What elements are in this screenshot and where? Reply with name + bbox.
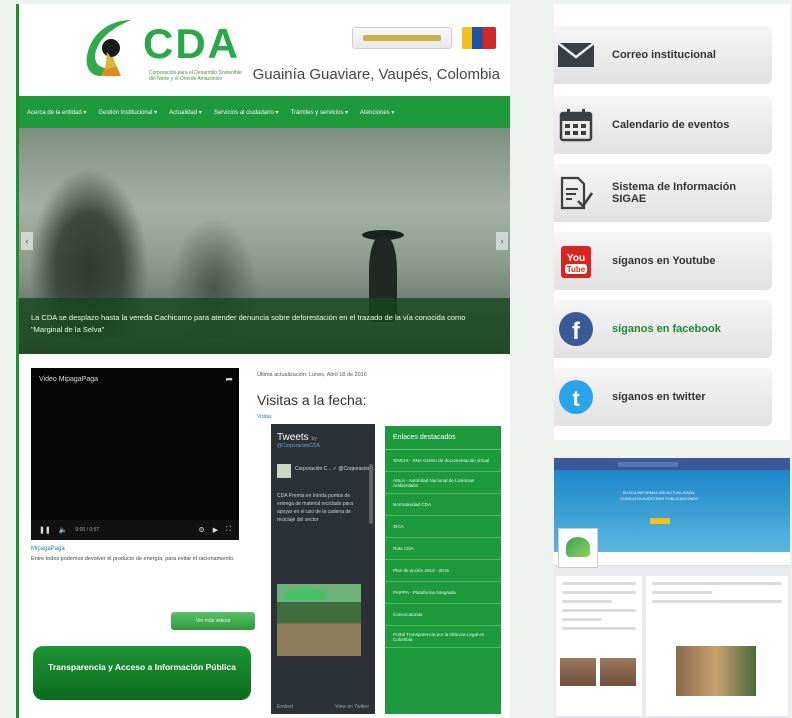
site-header: CDA Corporación para el Desarrollo Soste…	[19, 4, 510, 96]
video-player[interactable]: Video MipagaPaga ➦ ❚❚ 🔈 0:00 / 0:57 ⚙ ▶ …	[31, 368, 239, 540]
svg-text:t: t	[572, 386, 580, 411]
sidebar-item-label: síganos en Youtube	[612, 255, 716, 267]
featured-link[interactable]: SINCHI - SNA Centro de documentación vir…	[385, 450, 501, 472]
nav-item-gestion[interactable]: Gestión Institucional ▾	[98, 109, 157, 116]
facebook-cover-badge	[650, 518, 670, 524]
nav-item-actualidad[interactable]: Actualidad ▾	[169, 109, 202, 116]
featured-link[interactable]: PAIPPA - Plataforma Integrada	[385, 582, 501, 604]
hero-slider[interactable]: ‹ › La CDA se desplazo hasta la vereda C…	[19, 128, 510, 354]
twitter-timeline[interactable]: Tweets by @CorporacionCDA Corporación C.…	[271, 424, 375, 714]
nav-item-tramites[interactable]: Trámites y servicios ▾	[291, 109, 348, 116]
tweet-image[interactable]	[277, 584, 361, 656]
sidebar-item-label: Calendario de eventos	[612, 119, 730, 131]
facebook-page-preview[interactable]: BUSCA INFORMACIÓN ACTUALIZADA, CONSULTA …	[554, 458, 790, 718]
facebook-cover: BUSCA INFORMACIÓN ACTUALIZADA, CONSULTA …	[554, 470, 790, 568]
sidebar-item-label: Sistema de Información SIGAE	[612, 181, 737, 205]
facebook-photo-thumb	[600, 658, 636, 686]
twitter-embed-link[interactable]: Embed	[277, 704, 293, 710]
facebook-profile-picture	[558, 528, 598, 568]
sidebar-item-correo[interactable]: Correo institucional	[554, 26, 772, 84]
twitter-footer: Embed View on Twitter	[277, 704, 369, 710]
nav-item-acerca[interactable]: Acerca de la entidad ▾	[27, 109, 86, 116]
slider-next-icon[interactable]: ›	[496, 232, 508, 250]
minambiente-logo-icon[interactable]	[352, 27, 452, 49]
slider-prev-icon[interactable]: ‹	[21, 232, 33, 250]
more-videos-button[interactable]: Ver más videos	[171, 612, 255, 630]
fullscreen-icon[interactable]: ⛶	[226, 526, 231, 534]
facebook-left-column	[556, 576, 642, 716]
volume-icon[interactable]: 🔈	[59, 526, 68, 534]
facebook-post-photo	[676, 646, 756, 696]
main-nav: Acerca de la entidad ▾ Gestión Instituci…	[19, 96, 510, 128]
sidebar-item-label: Correo institucional	[612, 49, 716, 61]
featured-links-panel: Enlaces destacados SINCHI - SNA Centro d…	[385, 426, 501, 714]
tweet-author[interactable]: Corporación C... ✓ @Corporacion...	[295, 466, 375, 472]
twitter-title: Tweets by	[271, 424, 375, 443]
government-logos	[352, 24, 500, 52]
visits-title: Visitas a la fecha:	[257, 392, 367, 408]
calendar-icon	[556, 105, 596, 145]
facebook-icon: f	[556, 309, 596, 349]
twitter-icon: t	[556, 377, 596, 417]
document-check-icon	[556, 173, 596, 213]
featured-link[interactable]: Normatividad CDA	[385, 494, 501, 516]
cda-website: CDA Corporación para el Desarrollo Soste…	[16, 4, 510, 718]
video-description: Entre todos podemos devolver el producto…	[31, 556, 235, 562]
envelope-icon	[556, 35, 596, 75]
featured-link[interactable]: SICA	[385, 516, 501, 538]
sidebar-item-sigae[interactable]: Sistema de Información SIGAE	[554, 164, 772, 222]
sidebar-item-facebook[interactable]: f síganos en facebook	[554, 300, 772, 358]
region-text: Guainía Guaviare, Vaupés, Colombia	[252, 66, 500, 83]
sidebar-item-twitter[interactable]: t síganos en twitter	[554, 368, 772, 426]
tweet-avatar[interactable]	[277, 464, 291, 478]
logo-subtitle: Corporación para el Desarrollo Sostenibl…	[149, 70, 242, 82]
visits-counter-label: Visitas	[257, 414, 272, 420]
tweet-image-umbrella	[285, 588, 325, 600]
share-icon[interactable]: ➦	[225, 374, 233, 385]
hero-caption: La CDA se desplazo hasta la vereda Cachi…	[19, 298, 510, 354]
youtube-logo-icon[interactable]: ▶	[213, 526, 218, 534]
colombia-flag-icon	[462, 27, 496, 49]
video-title: Video MipagaPaga	[39, 376, 99, 383]
sidebar-item-label: síganos en facebook	[612, 323, 721, 335]
cda-logo-icon[interactable]	[81, 16, 139, 80]
featured-link[interactable]: ANLA - Autoridad Nacional de Licencias A…	[385, 472, 501, 494]
sidebar-item-label: síganos en twitter	[612, 391, 706, 403]
facebook-topbar	[554, 458, 790, 470]
featured-link[interactable]: Ruta CDA	[385, 538, 501, 560]
nav-item-servicios[interactable]: Servicios al ciudadano ▾	[214, 109, 279, 116]
video-link[interactable]: MipagaPaga	[31, 546, 65, 552]
svg-text:f: f	[572, 318, 581, 345]
twitter-by-text: by	[311, 436, 317, 442]
last-updated-text: Última actualización: Lunes, Abril 18 de…	[257, 372, 367, 378]
logo-text[interactable]: CDA	[143, 20, 240, 68]
tweet-text: CDA Premia en Inírida puntos de entrega …	[277, 493, 353, 523]
content-area: Video MipagaPaga ➦ ❚❚ 🔈 0:00 / 0:57 ⚙ ▶ …	[19, 354, 510, 714]
twitter-handle[interactable]: @CorporacionCDA	[271, 443, 375, 449]
settings-icon[interactable]: ⚙	[198, 526, 204, 534]
sidebar-item-youtube[interactable]: You Tube síganos en Youtube	[554, 232, 772, 290]
twitter-title-text: Tweets	[277, 432, 309, 443]
featured-link[interactable]: Portal Transparencia por la Infancia Leg…	[385, 626, 501, 648]
twitter-view-link[interactable]: View on Twitter	[335, 704, 369, 710]
sidebar-item-calendario[interactable]: Calendario de eventos	[554, 96, 772, 154]
youtube-icon: You Tube	[556, 241, 596, 281]
facebook-feed	[646, 576, 788, 716]
video-controls: ❚❚ 🔈 0:00 / 0:57 ⚙ ▶ ⛶	[31, 520, 239, 540]
quick-links-sidebar: Correo institucional Calendario de event…	[554, 4, 790, 440]
featured-link[interactable]: Convocatorias	[385, 604, 501, 626]
pause-icon[interactable]: ❚❚	[39, 526, 51, 534]
transparency-button[interactable]: Transparencia y Acceso a Información Púb…	[33, 646, 251, 700]
featured-links-title: Enlaces destacados	[385, 426, 501, 450]
facebook-cover-text: BUSCA INFORMACIÓN ACTUALIZADA, CONSULTA …	[620, 490, 698, 501]
facebook-photo-thumb	[560, 658, 596, 686]
featured-link[interactable]: Plan de acción 2012 - 2015	[385, 560, 501, 582]
video-time: 0:00 / 0:57	[75, 527, 100, 533]
svg-text:You: You	[567, 253, 585, 264]
svg-text:Tube: Tube	[567, 265, 586, 274]
twitter-scrollbar[interactable]	[369, 464, 373, 524]
nav-item-atenciones[interactable]: Atenciones ▾	[360, 109, 394, 116]
